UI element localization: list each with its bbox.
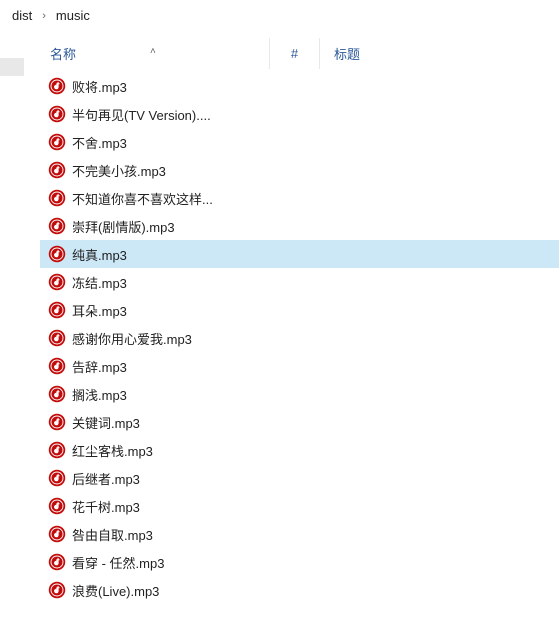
- columns-header[interactable]: 名称 ˄ # 标题: [40, 38, 559, 70]
- breadcrumb-item-music[interactable]: music: [52, 6, 94, 25]
- file-row[interactable]: 不知道你喜不喜欢这样...: [40, 184, 559, 212]
- netease-music-icon: [48, 581, 66, 599]
- netease-music-icon: [48, 161, 66, 179]
- file-row[interactable]: 看穿 - 任然.mp3: [40, 548, 559, 576]
- file-name: 崇拜(剧情版).mp3: [72, 217, 175, 236]
- netease-music-icon: [48, 357, 66, 375]
- file-row[interactable]: 纯真.mp3: [40, 240, 559, 268]
- file-name: 冻结.mp3: [72, 273, 127, 292]
- file-row[interactable]: 感谢你用心爱我.mp3: [40, 324, 559, 352]
- file-name: 不完美小孩.mp3: [72, 161, 166, 180]
- file-name: 搁浅.mp3: [72, 385, 127, 404]
- file-row[interactable]: 关键词.mp3: [40, 408, 559, 436]
- file-list: 败将.mp3 半句再见(TV Version).... 不舍.mp3 不完美小孩.mp…: [40, 72, 559, 604]
- netease-music-icon: [48, 525, 66, 543]
- netease-music-icon: [48, 105, 66, 123]
- file-name: 不知道你喜不喜欢这样...: [72, 189, 213, 208]
- column-header-number[interactable]: #: [270, 38, 320, 69]
- file-row[interactable]: 冻结.mp3: [40, 268, 559, 296]
- chevron-right-icon: ›: [36, 10, 52, 22]
- file-name: 败将.mp3: [72, 77, 127, 96]
- file-row[interactable]: 搁浅.mp3: [40, 380, 559, 408]
- file-name: 耳朵.mp3: [72, 301, 127, 320]
- sort-ascending-icon: ˄: [150, 46, 156, 57]
- file-name: 后继者.mp3: [72, 469, 140, 488]
- breadcrumb-item-dist[interactable]: dist: [8, 6, 36, 25]
- netease-music-icon: [48, 245, 66, 263]
- file-row[interactable]: 败将.mp3: [40, 72, 559, 100]
- file-row[interactable]: 告辞.mp3: [40, 352, 559, 380]
- netease-music-icon: [48, 469, 66, 487]
- netease-music-icon: [48, 301, 66, 319]
- column-header-number-label: #: [291, 46, 298, 61]
- left-gutter: [0, 58, 24, 76]
- netease-music-icon: [48, 273, 66, 291]
- file-row[interactable]: 红尘客栈.mp3: [40, 436, 559, 464]
- netease-music-icon: [48, 217, 66, 235]
- column-header-name[interactable]: 名称 ˄: [40, 38, 270, 69]
- netease-music-icon: [48, 385, 66, 403]
- netease-music-icon: [48, 133, 66, 151]
- netease-music-icon: [48, 77, 66, 95]
- file-name: 纯真.mp3: [72, 245, 127, 264]
- file-name: 不舍.mp3: [72, 133, 127, 152]
- column-header-title[interactable]: 标题: [320, 38, 360, 69]
- file-name: 咎由自取.mp3: [72, 525, 153, 544]
- file-row[interactable]: 耳朵.mp3: [40, 296, 559, 324]
- netease-music-icon: [48, 329, 66, 347]
- column-header-name-label: 名称: [50, 44, 76, 63]
- breadcrumb[interactable]: dist › music: [0, 0, 559, 32]
- file-name: 半句再见(TV Version)....: [72, 105, 211, 124]
- file-row[interactable]: 崇拜(剧情版).mp3: [40, 212, 559, 240]
- file-name: 浪费(Live).mp3: [72, 581, 159, 600]
- file-row[interactable]: 花千树.mp3: [40, 492, 559, 520]
- file-name: 告辞.mp3: [72, 357, 127, 376]
- file-name: 关键词.mp3: [72, 413, 140, 432]
- file-name: 花千树.mp3: [72, 497, 140, 516]
- file-row[interactable]: 浪费(Live).mp3: [40, 576, 559, 604]
- file-name: 看穿 - 任然.mp3: [72, 553, 164, 572]
- file-row[interactable]: 不舍.mp3: [40, 128, 559, 156]
- file-row[interactable]: 咎由自取.mp3: [40, 520, 559, 548]
- netease-music-icon: [48, 189, 66, 207]
- netease-music-icon: [48, 413, 66, 431]
- netease-music-icon: [48, 441, 66, 459]
- file-row[interactable]: 后继者.mp3: [40, 464, 559, 492]
- netease-music-icon: [48, 553, 66, 571]
- netease-music-icon: [48, 497, 66, 515]
- column-header-title-label: 标题: [334, 44, 360, 63]
- file-row[interactable]: 不完美小孩.mp3: [40, 156, 559, 184]
- file-row[interactable]: 半句再见(TV Version)....: [40, 100, 559, 128]
- file-name: 感谢你用心爱我.mp3: [72, 329, 192, 348]
- file-name: 红尘客栈.mp3: [72, 441, 153, 460]
